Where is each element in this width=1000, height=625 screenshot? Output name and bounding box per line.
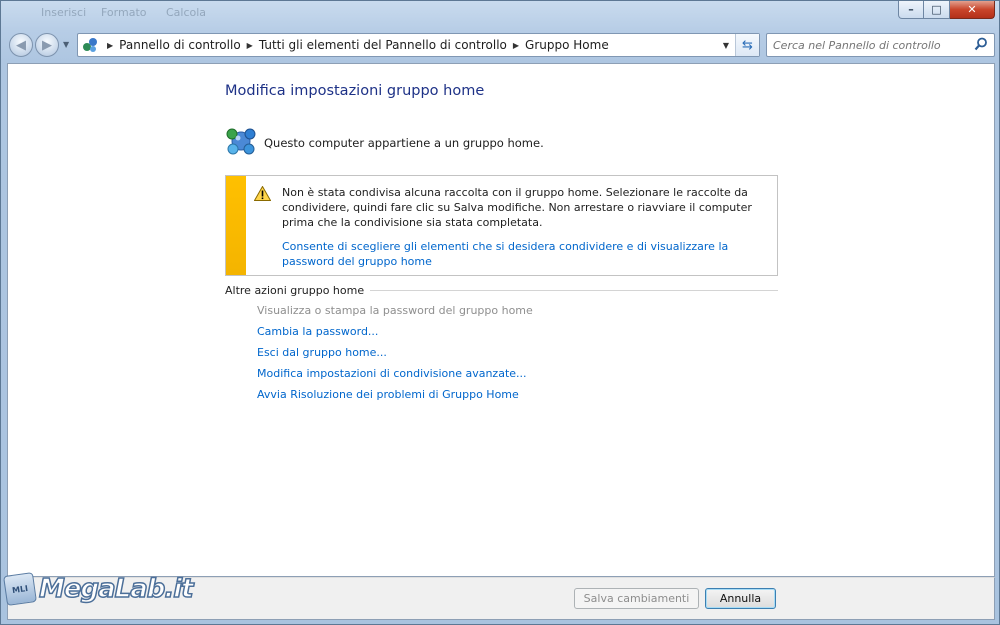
cancel-button[interactable]: Annulla: [705, 588, 776, 609]
ghost-menu-item: Calcola: [166, 6, 207, 19]
close-button[interactable]: ✕: [950, 1, 995, 19]
warning-message: Non è stata condivisa alcuna raccolta co…: [282, 186, 752, 229]
megalab-watermark: MLI MegaLab.it: [3, 572, 194, 606]
refresh-button[interactable]: ⇆: [735, 34, 759, 56]
homegroup-icon: [225, 125, 257, 157]
save-changes-button[interactable]: Salva cambiamenti: [574, 588, 699, 609]
back-button[interactable]: ◀: [9, 33, 33, 57]
address-dropdown-icon[interactable]: ▼: [719, 37, 733, 54]
control-panel-icon: [82, 37, 98, 53]
megalab-logo-icon: MLI: [3, 572, 37, 606]
minimize-button[interactable]: –: [898, 1, 924, 19]
section-divider: [370, 290, 778, 291]
maximize-button[interactable]: □: [924, 1, 950, 19]
navigation-bar: ◀ ▶ ▼ ▶ Pannello di controllo ▶ Tutti gl…: [7, 31, 995, 59]
search-icon[interactable]: [974, 37, 988, 51]
other-actions-list: Visualizza o stampa la password del grup…: [257, 303, 533, 408]
refresh-icon: ⇆: [742, 37, 753, 53]
recent-pages-dropdown-icon[interactable]: ▼: [63, 40, 69, 49]
forward-arrow-icon: ▶: [42, 37, 52, 53]
breadcrumb-separator-icon[interactable]: ▶: [513, 41, 519, 50]
view-print-password-link: Visualizza o stampa la password del grup…: [257, 304, 533, 317]
ghost-menu-item: Inserisci: [41, 6, 87, 19]
forward-button[interactable]: ▶: [35, 33, 59, 57]
control-panel-window: Inserisci Formato Calcola – □ ✕ ◀ ▶ ▼ ▶: [0, 0, 1000, 625]
troubleshooter-link[interactable]: Avvia Risoluzione dei problemi di Gruppo…: [257, 387, 533, 408]
breadcrumb-control-panel[interactable]: Pannello di controllo: [119, 38, 241, 52]
warning-color-bar: [226, 176, 246, 275]
warning-panel: Non è stata condivisa alcuna raccolta co…: [225, 175, 778, 276]
leave-homegroup-link[interactable]: Esci dal gruppo home...: [257, 345, 533, 366]
breadcrumb-separator-icon[interactable]: ▶: [107, 41, 113, 50]
address-bar[interactable]: ▶ Pannello di controllo ▶ Tutti gli elem…: [77, 33, 760, 57]
other-actions-header: Altre azioni gruppo home: [225, 284, 778, 297]
breadcrumb-all-items[interactable]: Tutti gli elementi del Pannello di contr…: [259, 38, 507, 52]
title-bar[interactable]: Inserisci Formato Calcola – □ ✕: [1, 1, 999, 23]
ghost-menu-item: Formato: [101, 6, 147, 19]
other-actions-title: Altre azioni gruppo home: [225, 284, 365, 297]
back-arrow-icon: ◀: [16, 37, 26, 53]
homegroup-membership-text: Questo computer appartiene a un gruppo h…: [264, 136, 544, 150]
warning-icon: [253, 185, 272, 204]
search-input[interactable]: [773, 38, 968, 52]
caption-buttons: – □ ✕: [898, 1, 995, 19]
main-content: Modifica impostazioni gruppo home Questo…: [7, 63, 995, 577]
choose-items-link[interactable]: Consente di scegliere gli elementi che s…: [282, 239, 762, 269]
change-password-link[interactable]: Cambia la password...: [257, 324, 533, 345]
search-box[interactable]: [766, 33, 995, 57]
breadcrumb-separator-icon[interactable]: ▶: [247, 41, 253, 50]
megalab-logo-text: MegaLab.it: [38, 573, 194, 605]
advanced-sharing-settings-link[interactable]: Modifica impostazioni di condivisione av…: [257, 366, 533, 387]
page-title: Modifica impostazioni gruppo home: [225, 83, 485, 99]
breadcrumb-homegroup[interactable]: Gruppo Home: [525, 38, 609, 52]
